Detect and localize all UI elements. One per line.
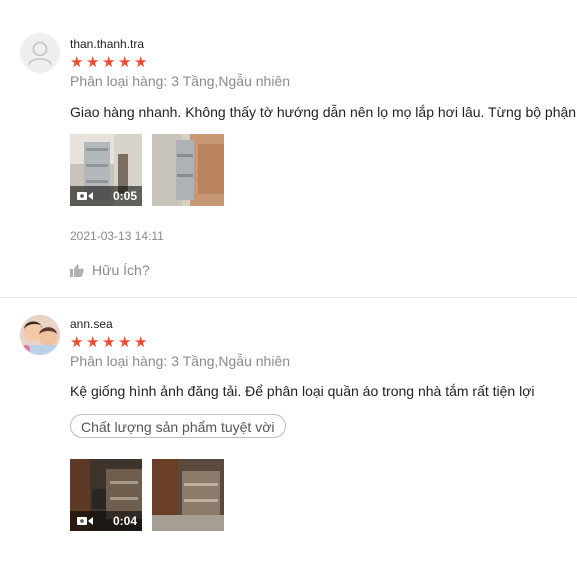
rating-stars: ★ ★ ★ ★ ★	[70, 55, 148, 71]
star-icon: ★	[102, 54, 116, 71]
star-icon: ★	[118, 54, 132, 71]
reviewer-username[interactable]: ann.sea	[70, 317, 113, 331]
review-tag: Chất lượng sản phẩm tuyệt vời	[70, 414, 286, 438]
star-icon: ★	[134, 334, 148, 351]
review-item: than.thanh.tra ★ ★ ★ ★ ★ Phân loại hàng:…	[0, 0, 577, 298]
shelf-photo	[152, 134, 224, 206]
video-camera-icon	[77, 192, 93, 200]
user-avatar-photo	[20, 315, 60, 355]
star-icon: ★	[70, 334, 84, 351]
rating-stars: ★ ★ ★ ★ ★	[70, 335, 148, 351]
review-image-thumbnail[interactable]	[152, 134, 224, 206]
star-icon: ★	[70, 54, 84, 71]
star-icon: ★	[102, 334, 116, 351]
avatar[interactable]	[20, 33, 60, 73]
review-timestamp: 2021-03-13 14:11	[70, 229, 164, 243]
review-image-thumbnail[interactable]	[152, 459, 224, 531]
star-icon: ★	[134, 54, 148, 71]
star-icon: ★	[86, 334, 100, 351]
video-duration: 0:05	[112, 189, 137, 203]
review-comment: Giao hàng nhanh. Không thấy tờ hướng dẫn…	[70, 104, 577, 120]
review-video-thumbnail[interactable]: 0:05	[70, 134, 142, 206]
thumbs-up-icon	[70, 264, 84, 277]
star-icon: ★	[118, 334, 132, 351]
product-variation: Phân loại hàng: 3 Tầng,Ngẫu nhiên	[70, 73, 291, 89]
product-variation: Phân loại hàng: 3 Tầng,Ngẫu nhiên	[70, 353, 291, 369]
reviewer-username[interactable]: than.thanh.tra	[70, 37, 144, 51]
review-video-thumbnail[interactable]: 0:04	[70, 459, 142, 531]
user-icon	[20, 33, 60, 73]
helpful-button[interactable]: Hữu Ích?	[70, 262, 150, 278]
video-duration: 0:04	[112, 514, 137, 528]
star-icon: ★	[86, 54, 100, 71]
helpful-label: Hữu Ích?	[92, 262, 150, 278]
review-item: ann.sea ★ ★ ★ ★ ★ Phân loại hàng: 3 Tầng…	[0, 298, 577, 577]
avatar[interactable]	[20, 315, 60, 355]
video-bar: 0:05	[70, 186, 142, 206]
review-comment: Kệ giống hình ảnh đăng tải. Để phân loại…	[70, 383, 535, 399]
video-bar: 0:04	[70, 511, 142, 531]
room-photo	[152, 459, 224, 531]
video-camera-icon	[77, 517, 93, 525]
